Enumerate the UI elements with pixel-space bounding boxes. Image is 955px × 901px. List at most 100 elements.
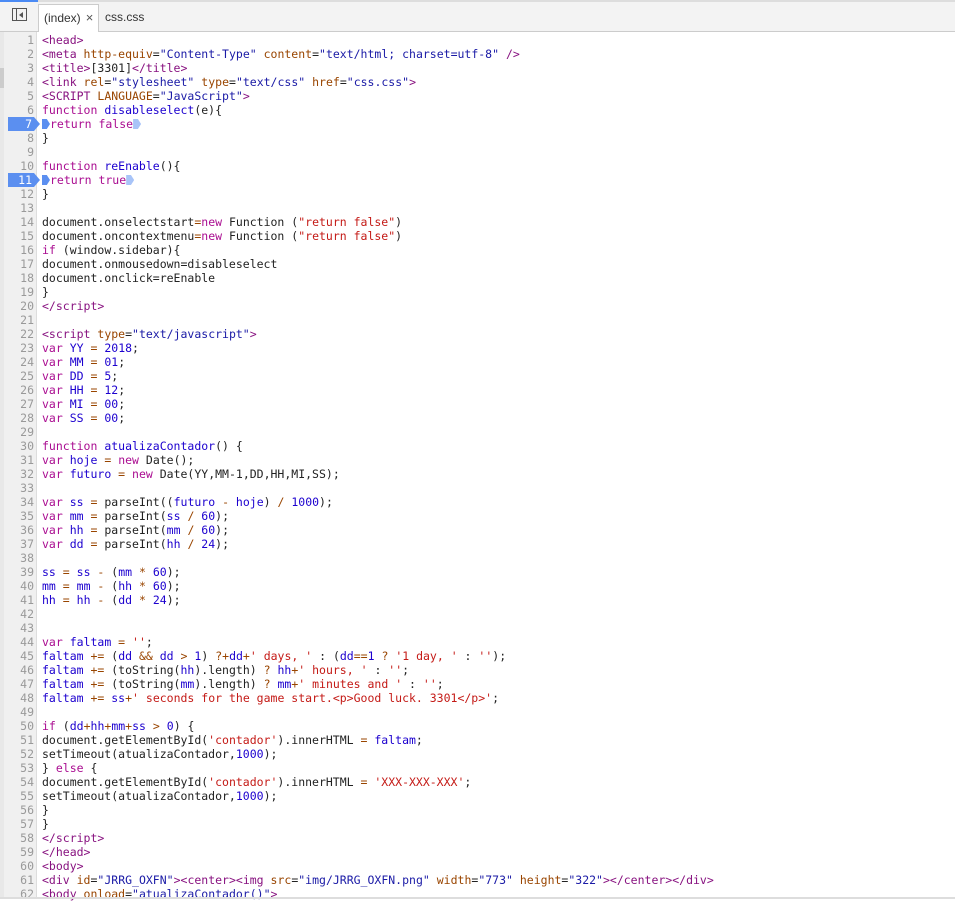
code-line[interactable]: 26 var HH = 12; <box>0 383 955 397</box>
line-number[interactable]: 18 <box>4 271 34 285</box>
line-number[interactable]: 49 <box>4 705 34 719</box>
code-line[interactable]: 57} <box>0 817 955 831</box>
line-number[interactable]: 44 <box>4 635 34 649</box>
code-line[interactable]: 1 <head> <box>0 33 955 47</box>
toggle-navigator-icon[interactable] <box>12 8 27 21</box>
code-line[interactable]: 27 var MI = 00; <box>0 397 955 411</box>
breakpoint-line-number[interactable]: 7 <box>8 117 40 131</box>
breakpoint-location-icon[interactable] <box>42 119 50 129</box>
code-line[interactable]: 40 mm = mm - (hh * 60); <box>0 579 955 593</box>
line-number[interactable]: 59 <box>4 845 34 859</box>
code-line[interactable]: 52 setTimeout(atualizaContador,1000); <box>0 747 955 761</box>
code-line[interactable]: 3 <title>[3301]</title> <box>0 61 955 75</box>
line-number[interactable]: 38 <box>4 551 34 565</box>
line-number[interactable]: 15 <box>4 229 34 243</box>
code-line[interactable]: 54 document.getElementById('contador').in… <box>0 775 955 789</box>
line-number[interactable]: 48 <box>4 691 34 705</box>
line-number[interactable]: 26 <box>4 383 34 397</box>
line-number[interactable]: 61 <box>4 873 34 887</box>
code-line[interactable]: 35 var mm = parseInt(ss / 60); <box>0 509 955 523</box>
breakpoint-location-icon[interactable] <box>126 175 135 185</box>
code-line[interactable]: 5 <SCRIPT LANGUAGE="JavaScript"> <box>0 89 955 103</box>
line-number[interactable]: 27 <box>4 397 34 411</box>
code-line[interactable]: 58 </script> <box>0 831 955 845</box>
code-line[interactable]: 43 <box>0 621 955 635</box>
line-number[interactable]: 2 <box>4 47 34 61</box>
line-number[interactable]: 36 <box>4 523 34 537</box>
line-number[interactable]: 12 <box>4 187 34 201</box>
code-line[interactable]: 6 function disableselect(e){ <box>0 103 955 117</box>
line-number[interactable]: 1 <box>4 33 34 47</box>
code-line[interactable]: 14 document.onselectstart=new Function ("… <box>0 215 955 229</box>
line-number[interactable]: 37 <box>4 537 34 551</box>
line-number[interactable]: 56 <box>4 803 34 817</box>
line-number[interactable]: 45 <box>4 649 34 663</box>
code-line[interactable]: 61 <div id="JRRG_OXFN"><center><img src="… <box>0 873 955 887</box>
code-line[interactable]: 50 if (dd+hh+mm+ss > 0) { <box>0 719 955 733</box>
line-number[interactable]: 35 <box>4 509 34 523</box>
code-line[interactable]: 18 document.onclick=reEnable <box>0 271 955 285</box>
code-line[interactable]: 21 <box>0 313 955 327</box>
line-number[interactable]: 9 <box>4 145 34 159</box>
code-line[interactable]: 25 var DD = 5; <box>0 369 955 383</box>
line-number[interactable]: 17 <box>4 257 34 271</box>
line-number[interactable]: 41 <box>4 593 34 607</box>
line-number[interactable]: 20 <box>4 299 34 313</box>
code-line[interactable]: 2 <meta http-equiv="Content-Type" content… <box>0 47 955 61</box>
line-number[interactable]: 55 <box>4 789 34 803</box>
code-line[interactable]: 36 var hh = parseInt(mm / 60); <box>0 523 955 537</box>
code-line[interactable]: 45 faltam += (dd && dd > 1) ?+dd+' days, … <box>0 649 955 663</box>
line-number[interactable]: 3 <box>4 61 34 75</box>
code-line[interactable]: 59 </head> <box>0 845 955 859</box>
line-number[interactable]: 40 <box>4 579 34 593</box>
code-line[interactable]: 32 var futuro = new Date(YY,MM-1,DD,HH,MI… <box>0 467 955 481</box>
code-line[interactable]: 4 <link rel="stylesheet" type="text/css" … <box>0 75 955 89</box>
line-number[interactable]: 33 <box>4 481 34 495</box>
line-number[interactable]: 60 <box>4 859 34 873</box>
code-line[interactable]: 33 <box>0 481 955 495</box>
code-line[interactable]: 42 <box>0 607 955 621</box>
code-line[interactable]: 9 <box>0 145 955 159</box>
code-line[interactable]: 34 var ss = parseInt((futuro - hoje) / 10… <box>0 495 955 509</box>
line-number[interactable]: 32 <box>4 467 34 481</box>
code-line[interactable]: 19} <box>0 285 955 299</box>
line-number[interactable]: 53 <box>4 761 34 775</box>
code-line[interactable]: 10 function reEnable(){ <box>0 159 955 173</box>
code-line[interactable]: 11 return true <box>0 173 955 187</box>
line-number[interactable]: 58 <box>4 831 34 845</box>
code-line[interactable]: 48 faltam += ss+' seconds for the game st… <box>0 691 955 705</box>
line-number[interactable]: 50 <box>4 719 34 733</box>
code-line[interactable]: 8} <box>0 131 955 145</box>
code-line[interactable]: 12} <box>0 187 955 201</box>
line-number[interactable]: 4 <box>4 75 34 89</box>
line-number[interactable]: 29 <box>4 425 34 439</box>
code-line[interactable]: 24 var MM = 01; <box>0 355 955 369</box>
code-line[interactable]: 28 var SS = 00; <box>0 411 955 425</box>
code-line[interactable]: 51 document.getElementById('contador').in… <box>0 733 955 747</box>
line-number[interactable]: 21 <box>4 313 34 327</box>
code-line[interactable]: 49 <box>0 705 955 719</box>
code-line[interactable]: 15 document.oncontextmenu=new Function ("… <box>0 229 955 243</box>
code-line[interactable]: 39 ss = ss - (mm * 60); <box>0 565 955 579</box>
code-line[interactable]: 44 var faltam = ''; <box>0 635 955 649</box>
code-line[interactable]: 38 <box>0 551 955 565</box>
tab-index[interactable]: (index) × <box>38 4 99 32</box>
code-line[interactable]: 46 faltam += (toString(hh).length) ? hh+'… <box>0 663 955 677</box>
code-line[interactable]: 30 function atualizaContador() { <box>0 439 955 453</box>
line-number[interactable]: 22 <box>4 327 34 341</box>
line-number[interactable]: 28 <box>4 411 34 425</box>
code-line[interactable]: 41 hh = hh - (dd * 24); <box>0 593 955 607</box>
line-number[interactable]: 24 <box>4 355 34 369</box>
line-number[interactable]: 10 <box>4 159 34 173</box>
line-number[interactable]: 43 <box>4 621 34 635</box>
code-line[interactable]: 16 if (window.sidebar){ <box>0 243 955 257</box>
line-number[interactable]: 30 <box>4 439 34 453</box>
breakpoint-line-number[interactable]: 11 <box>8 173 40 187</box>
tab-css[interactable]: css.css <box>100 4 149 31</box>
line-number[interactable]: 54 <box>4 775 34 789</box>
code-line[interactable]: 37 var dd = parseInt(hh / 24); <box>0 537 955 551</box>
line-number[interactable]: 46 <box>4 663 34 677</box>
line-number[interactable]: 34 <box>4 495 34 509</box>
code-editor[interactable]: 1 <head> 2 <meta http-equiv="Content-Type" … <box>0 33 955 901</box>
line-number[interactable]: 57 <box>4 817 34 831</box>
